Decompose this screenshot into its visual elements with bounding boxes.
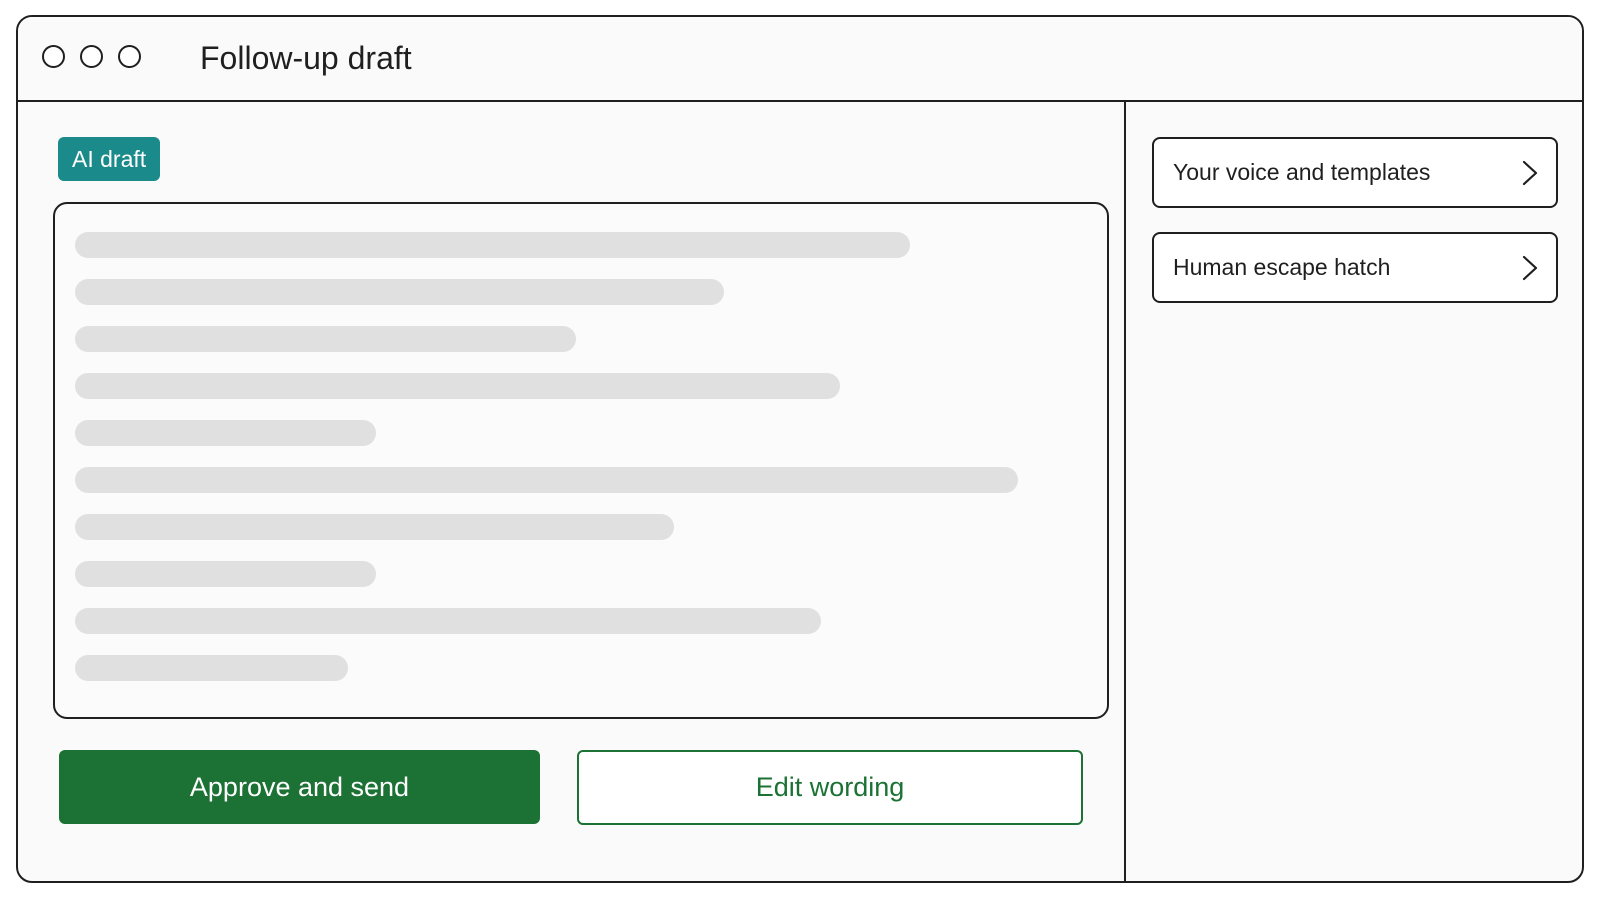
chevron-right-icon — [1522, 160, 1538, 186]
sidebar-item-label: Human escape hatch — [1173, 254, 1391, 280]
edit-wording-button[interactable]: Edit wording — [577, 750, 1083, 825]
sidebar-item-label: Your voice and templates — [1173, 159, 1431, 185]
window-minimize-control[interactable] — [80, 45, 103, 68]
skeleton-line — [75, 232, 910, 258]
window-close-control[interactable] — [42, 45, 65, 68]
skeleton-line — [75, 561, 376, 587]
skeleton-line — [75, 514, 674, 540]
chevron-right-icon — [1522, 255, 1538, 281]
draft-text-area[interactable] — [53, 202, 1109, 719]
ai-draft-badge: AI draft — [58, 137, 161, 181]
sidebar-item-voice-templates[interactable]: Your voice and templates — [1152, 137, 1558, 208]
window-zoom-control[interactable] — [118, 45, 141, 68]
title-bar: Follow-up draft — [18, 17, 1582, 102]
skeleton-line — [75, 655, 348, 681]
skeleton-line — [75, 326, 576, 352]
approve-and-send-button[interactable]: Approve and send — [59, 750, 540, 824]
skeleton-line — [75, 279, 724, 305]
pane-divider — [1124, 100, 1126, 881]
skeleton-line — [75, 420, 376, 446]
app-window: Follow-up draft AI draft Approve and sen… — [16, 15, 1584, 883]
sidebar-item-human-escape-hatch[interactable]: Human escape hatch — [1152, 232, 1558, 303]
skeleton-line — [75, 373, 840, 399]
skeleton-line — [75, 608, 821, 634]
skeleton-line — [75, 467, 1018, 493]
window-title: Follow-up draft — [200, 40, 412, 76]
